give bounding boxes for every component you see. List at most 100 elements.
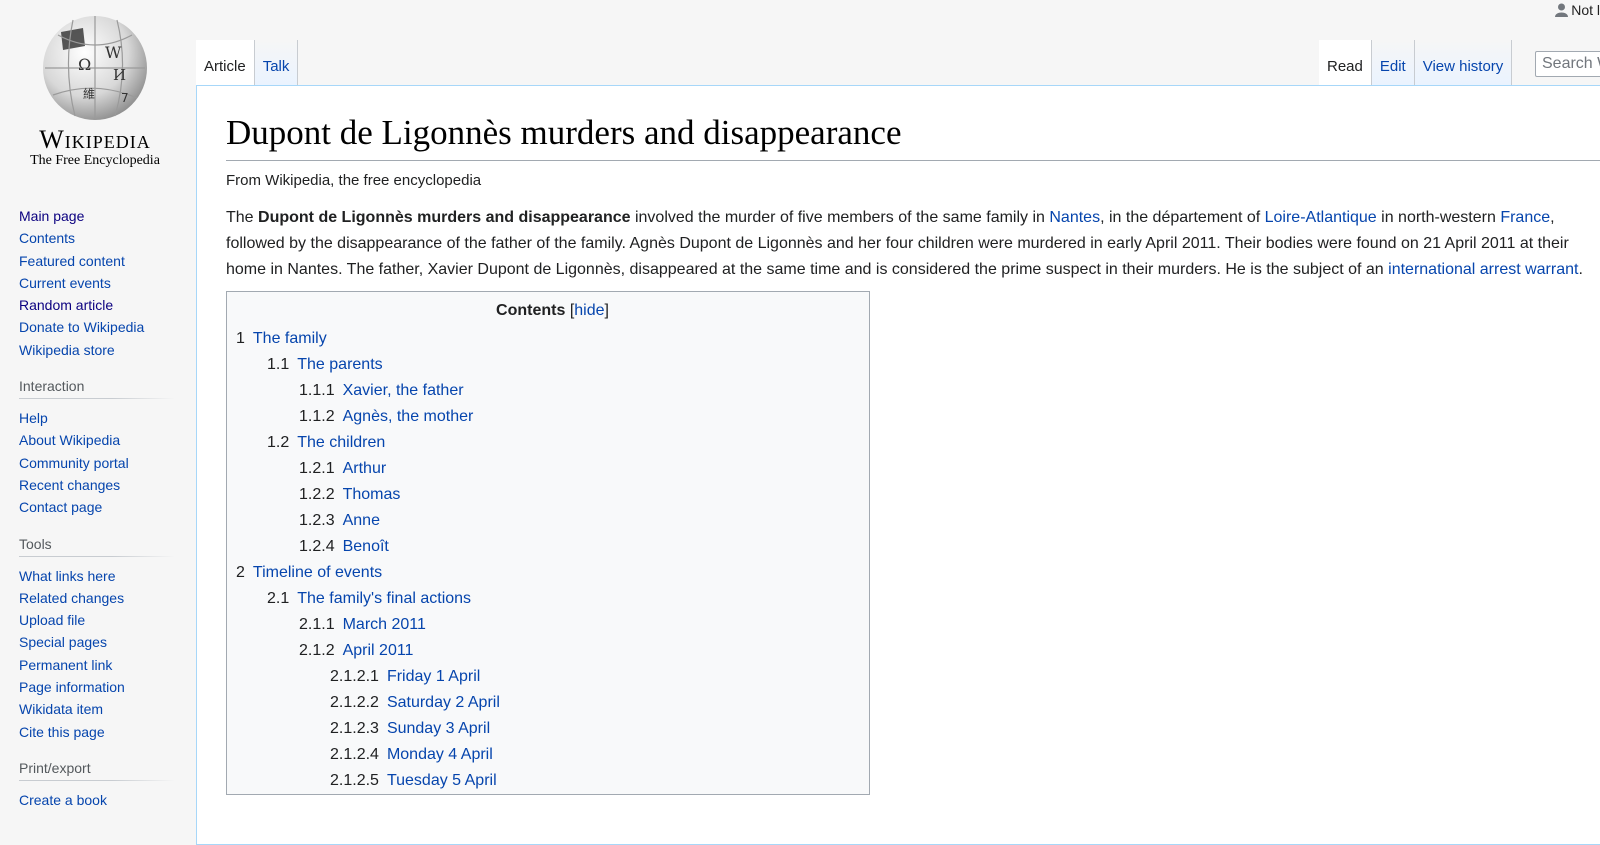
- toc-item[interactable]: 1 The family: [236, 326, 869, 352]
- toc-item[interactable]: 1.2.3 Anne: [236, 508, 869, 534]
- lead-bold-title: Dupont de Ligonnès murders and disappear…: [258, 208, 631, 226]
- toc-link[interactable]: Thomas: [343, 486, 401, 503]
- sidebar-item-cite-this-page[interactable]: Cite this page: [19, 724, 105, 740]
- toc-number: 2.1.2: [299, 641, 335, 659]
- tab-talk-label: Talk: [262, 58, 290, 75]
- toc-link[interactable]: Tuesday 5 April: [387, 772, 497, 789]
- toc-item[interactable]: 1.2.1 Arthur: [236, 456, 869, 482]
- toc-link[interactable]: The family: [253, 330, 327, 347]
- toc-hide-link[interactable]: hide: [574, 302, 604, 319]
- lead-text: .: [1578, 260, 1583, 278]
- toc-header: Contents [hide]: [236, 302, 869, 320]
- tab-edit[interactable]: Edit: [1371, 40, 1415, 86]
- link-international-arrest-warrant[interactable]: international arrest warrant: [1388, 261, 1578, 278]
- sidebar-item-featured-content[interactable]: Featured content: [19, 253, 125, 269]
- toc-item[interactable]: 2.1.2.2 Saturday 2 April: [236, 690, 869, 716]
- wikipedia-logo[interactable]: Ω W И 維 7 Wikipedia The Free Encyclopedi…: [14, 10, 176, 175]
- svg-text:W: W: [105, 43, 122, 62]
- sidebar-item-page-information[interactable]: Page information: [19, 679, 125, 695]
- toc-item[interactable]: 1.2 The children: [236, 430, 869, 456]
- toc-link[interactable]: April 2011: [343, 642, 414, 659]
- toc-item[interactable]: 2.1.2.1 Friday 1 April: [236, 664, 869, 690]
- sidebar-item-about[interactable]: About Wikipedia: [19, 432, 120, 448]
- tools-portal: Tools What links here Related changes Up…: [0, 535, 180, 743]
- tagline: The Free Encyclopedia: [30, 153, 160, 168]
- toc-link[interactable]: Saturday 2 April: [387, 694, 500, 711]
- toc-item[interactable]: 1.1.2 Agnès, the mother: [236, 404, 869, 430]
- tab-view-history[interactable]: View history: [1414, 40, 1513, 86]
- lead-text: in north-western: [1376, 208, 1501, 226]
- toc-link[interactable]: Monday 4 April: [387, 746, 493, 763]
- not-logged-in-link[interactable]: Not l: [1571, 2, 1600, 18]
- sidebar-item-recent-changes[interactable]: Recent changes: [19, 477, 120, 493]
- lead-text: , in the département of: [1100, 208, 1265, 226]
- lead-text: The: [226, 208, 259, 226]
- sidebar-item-permanent-link[interactable]: Permanent link: [19, 657, 112, 673]
- tab-edit-label: Edit: [1379, 58, 1406, 75]
- sidebar-item-community-portal[interactable]: Community portal: [19, 455, 129, 471]
- sidebar-item-contact-page[interactable]: Contact page: [19, 499, 102, 515]
- sidebar-item-random-article[interactable]: Random article: [19, 297, 113, 313]
- toc-item[interactable]: 2.1.2.5 Tuesday 5 April: [236, 768, 869, 794]
- tab-read[interactable]: Read: [1319, 40, 1372, 86]
- toc-number: 1.1.2: [299, 407, 335, 425]
- toc-link[interactable]: March 2011: [343, 616, 426, 633]
- sidebar-item-upload-file[interactable]: Upload file: [19, 612, 85, 628]
- toc-item[interactable]: 1.1 The parents: [236, 352, 869, 378]
- sidebar-item-current-events[interactable]: Current events: [19, 275, 111, 291]
- toc-number: 2.1.2.2: [330, 693, 379, 711]
- sidebar-item-wikidata-item[interactable]: Wikidata item: [19, 701, 103, 717]
- svg-text:7: 7: [121, 91, 129, 105]
- toc-item[interactable]: 2.1.2.3 Sunday 3 April: [236, 716, 869, 742]
- toc-item[interactable]: 1.2.2 Thomas: [236, 482, 869, 508]
- toc-link[interactable]: Friday 1 April: [387, 668, 480, 685]
- table-of-contents: Contents [hide] 1 The family 1.1 The parent…: [226, 290, 870, 795]
- toc-item[interactable]: 2.1.2.4 Monday 4 April: [236, 742, 869, 768]
- toc-link[interactable]: Benoît: [343, 538, 389, 555]
- link-nantes[interactable]: Nantes: [1049, 209, 1100, 226]
- sidebar: Main page Contents Featured content Curr…: [0, 205, 180, 828]
- toc-item[interactable]: 1.1.1 Xavier, the father: [236, 378, 869, 404]
- user-icon: [1555, 3, 1569, 20]
- sidebar-item-related-changes[interactable]: Related changes: [19, 590, 124, 606]
- toc-item[interactable]: 2.1 The family's final actions: [236, 586, 869, 612]
- toc-link[interactable]: Xavier, the father: [343, 382, 464, 399]
- toc-link[interactable]: Arthur: [343, 460, 387, 477]
- toc-number: 2.1.2.3: [330, 719, 379, 737]
- print-heading: Print/export: [19, 759, 174, 781]
- sidebar-item-store[interactable]: Wikipedia store: [19, 342, 115, 358]
- toc-number: 1.2.1: [299, 459, 335, 477]
- toc-link[interactable]: Sunday 3 April: [387, 720, 490, 737]
- toc-item[interactable]: 2.1.2 April 2011: [236, 638, 869, 664]
- toc-item[interactable]: 2.1.1 March 2011: [236, 612, 869, 638]
- toc-number: 1: [236, 329, 245, 347]
- toc-item[interactable]: 2 Timeline of events: [236, 560, 869, 586]
- toc-link[interactable]: Agnès, the mother: [343, 408, 474, 425]
- sidebar-item-donate[interactable]: Donate to Wikipedia: [19, 319, 144, 335]
- link-france[interactable]: France: [1500, 209, 1550, 226]
- toc-number: 1.2: [267, 433, 290, 451]
- search-input[interactable]: Search W: [1535, 51, 1600, 77]
- toc-link[interactable]: Timeline of events: [253, 564, 382, 581]
- tab-article[interactable]: Article: [196, 40, 255, 86]
- toc-link[interactable]: The children: [297, 434, 385, 451]
- toc-bracket: ]: [604, 301, 609, 319]
- sidebar-item-main-page[interactable]: Main page: [19, 208, 84, 224]
- toc-item[interactable]: 1.2.4 Benoît: [236, 534, 869, 560]
- sidebar-item-create-book[interactable]: Create a book: [19, 792, 107, 808]
- sidebar-item-special-pages[interactable]: Special pages: [19, 634, 107, 650]
- personal-tools: Not l: [1555, 2, 1600, 20]
- toc-number: 1.1.1: [299, 381, 335, 399]
- sidebar-item-what-links-here[interactable]: What links here: [19, 568, 115, 584]
- toc-number: 2.1: [267, 589, 290, 607]
- site-subtitle: From Wikipedia, the free encyclopedia: [226, 171, 482, 189]
- toc-list: 1 The family 1.1 The parents 1.1.1 Xavier, th…: [236, 326, 869, 794]
- tab-read-label: Read: [1327, 58, 1363, 75]
- tab-talk[interactable]: Talk: [254, 40, 299, 86]
- toc-link[interactable]: The parents: [297, 356, 382, 373]
- sidebar-item-contents[interactable]: Contents: [19, 230, 75, 246]
- sidebar-item-help[interactable]: Help: [19, 410, 48, 426]
- link-loire-atlantique[interactable]: Loire-Atlantique: [1265, 209, 1377, 226]
- toc-link[interactable]: The family's final actions: [297, 590, 471, 607]
- toc-link[interactable]: Anne: [343, 512, 380, 529]
